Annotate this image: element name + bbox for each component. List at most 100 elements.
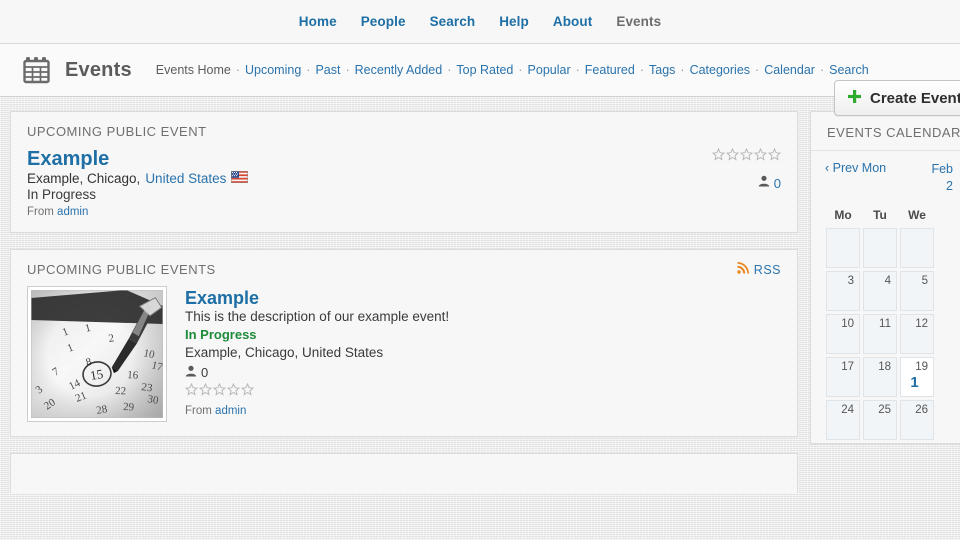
page-body: UPCOMING PUBLIC EVENT Example Example, C… <box>0 97 960 493</box>
featured-event-location: Example, Chicago, United States <box>27 170 249 186</box>
star-icon[interactable] <box>198 382 213 401</box>
star-icon[interactable] <box>240 382 255 401</box>
calendar-day-cell[interactable]: 10 <box>826 313 860 354</box>
from-label: From <box>27 206 54 218</box>
breadcrumb-separator: · <box>235 63 240 77</box>
topnav-item-events[interactable]: Events <box>616 14 661 29</box>
upcoming-public-events-panel: UPCOMING PUBLIC EVENTS RSS 1 1 2 1 8 7 3… <box>10 249 798 437</box>
calendar-week-row: 3 4 5 <box>826 270 934 311</box>
calendar-month: Feb <box>931 162 953 176</box>
topnav-item-help[interactable]: Help <box>499 14 529 29</box>
breadcrumb-item-categories[interactable]: Categories <box>690 63 750 77</box>
rss-icon <box>737 262 749 277</box>
calendar-day-cell[interactable]: 5 <box>900 270 934 311</box>
calendar-week-row: 17 18 19 1 <box>826 356 934 397</box>
featured-event: Example Example, Chicago, United States <box>27 147 782 218</box>
topnav-item-search[interactable]: Search <box>430 14 476 29</box>
topnav-item-people[interactable]: People <box>361 14 406 29</box>
calendar-day-cell[interactable]: 3 <box>826 270 860 311</box>
calendar-day-cell-selected[interactable]: 19 1 <box>900 356 934 397</box>
star-icon[interactable] <box>767 147 782 166</box>
calendar-day-cell[interactable] <box>826 227 860 268</box>
calendar-day-cell[interactable]: 12 <box>900 313 934 354</box>
author-link[interactable]: admin <box>57 206 88 218</box>
calendar-day-cell[interactable]: 18 <box>863 356 897 397</box>
day-number: 18 <box>878 360 891 373</box>
featured-event-meta: 0 <box>711 147 782 218</box>
topnav-item-about[interactable]: About <box>553 14 592 29</box>
calendar-grid: Mo Tu We 3 4 5 10 11 12 17 18 19 1 24 25… <box>823 205 937 443</box>
calendar-day-cell[interactable] <box>863 227 897 268</box>
from-label: From <box>185 405 212 417</box>
day-number: 24 <box>841 403 854 416</box>
rss-label: RSS <box>753 262 781 277</box>
day-number: 25 <box>878 403 891 416</box>
rss-link[interactable]: RSS <box>737 262 781 277</box>
breadcrumb-item-search[interactable]: Search <box>829 63 869 77</box>
calendar-day-cell[interactable]: 26 <box>900 399 934 440</box>
day-number: 17 <box>841 360 854 373</box>
star-icon[interactable] <box>711 147 726 166</box>
breadcrumb-item-featured[interactable]: Featured <box>585 63 635 77</box>
event-thumbnail[interactable]: 1 1 2 1 8 7 3 14 16 10 17 22 23 21 20 28… <box>27 286 167 422</box>
breadcrumb-separator: · <box>755 63 760 77</box>
calendar-day-cell[interactable] <box>900 227 934 268</box>
attendee-number: 0 <box>201 365 209 380</box>
breadcrumb-item-calendar[interactable]: Calendar <box>764 63 815 77</box>
svg-text:22: 22 <box>115 385 126 397</box>
breadcrumb-item-tags[interactable]: Tags <box>649 63 675 77</box>
star-icon[interactable] <box>184 382 199 401</box>
featured-event-info: Example Example, Chicago, United States <box>27 148 249 218</box>
star-icon[interactable] <box>226 382 241 401</box>
attendee-number: 0 <box>773 175 781 191</box>
person-icon <box>758 174 770 192</box>
svg-text:23: 23 <box>141 381 154 394</box>
calendar-week-row <box>826 227 934 268</box>
main-column: UPCOMING PUBLIC EVENT Example Example, C… <box>10 111 798 493</box>
star-icon[interactable] <box>739 147 754 166</box>
calendar-day-cell[interactable]: 24 <box>826 399 860 440</box>
rating-stars[interactable] <box>711 147 782 166</box>
sidebar-column: EVENTS CALENDAR ‹ Prev Mon Feb 2 Mo Tu W… <box>810 111 960 493</box>
calendar-day-cell[interactable]: 4 <box>863 270 897 311</box>
svg-text:29: 29 <box>123 401 135 413</box>
featured-attendee-count: 0 <box>712 174 781 192</box>
event-title-link[interactable]: Example <box>185 288 259 308</box>
featured-event-title[interactable]: Example <box>27 148 109 170</box>
panel-heading: UPCOMING PUBLIC EVENTS <box>27 262 216 277</box>
calendar-week-row: 10 11 12 <box>826 313 934 354</box>
breadcrumb-item-recently-added[interactable]: Recently Added <box>355 63 443 77</box>
featured-event-author: From admin <box>27 206 248 218</box>
events-calendar-panel: EVENTS CALENDAR ‹ Prev Mon Feb 2 Mo Tu W… <box>810 111 960 444</box>
event-attendee-count: 0 <box>185 365 449 380</box>
event-author: From admin <box>185 405 449 417</box>
star-icon[interactable] <box>725 147 740 166</box>
location-country-link[interactable]: United States <box>145 171 226 186</box>
calendar-day-cell[interactable]: 25 <box>863 399 897 440</box>
page-title: Events <box>65 58 132 81</box>
calendar-day-cell[interactable]: 17 <box>826 356 860 397</box>
panel-heading: UPCOMING PUBLIC EVENT <box>27 124 207 139</box>
star-icon[interactable] <box>753 147 768 166</box>
breadcrumb-item-upcoming[interactable]: Upcoming <box>245 63 301 77</box>
prev-month-link[interactable]: ‹ Prev Mon <box>825 161 886 175</box>
author-link[interactable]: admin <box>215 405 246 417</box>
breadcrumb-separator: · <box>518 63 523 77</box>
breadcrumb-item-popular[interactable]: Popular <box>528 63 571 77</box>
calendar-day-cell[interactable]: 11 <box>863 313 897 354</box>
calendar-icon <box>22 56 51 84</box>
breadcrumb-item-past[interactable]: Past <box>315 63 340 77</box>
list-item: 1 1 2 1 8 7 3 14 16 10 17 22 23 21 20 28… <box>27 286 781 422</box>
day-event-count: 1 <box>910 373 919 391</box>
create-event-button[interactable]: Create Event <box>834 80 960 116</box>
day-number: 12 <box>915 317 928 330</box>
breadcrumb-separator: · <box>575 63 580 77</box>
calendar-year: 2 <box>946 178 953 193</box>
star-icon[interactable] <box>212 382 227 401</box>
breadcrumb-item-events-home[interactable]: Events Home <box>156 63 231 77</box>
sidebar-heading: EVENTS CALENDAR <box>811 112 960 151</box>
topnav-item-home[interactable]: Home <box>299 14 337 29</box>
rating-stars[interactable] <box>184 382 449 401</box>
breadcrumb-item-top-rated[interactable]: Top Rated <box>456 63 513 77</box>
svg-text:16: 16 <box>127 369 139 382</box>
